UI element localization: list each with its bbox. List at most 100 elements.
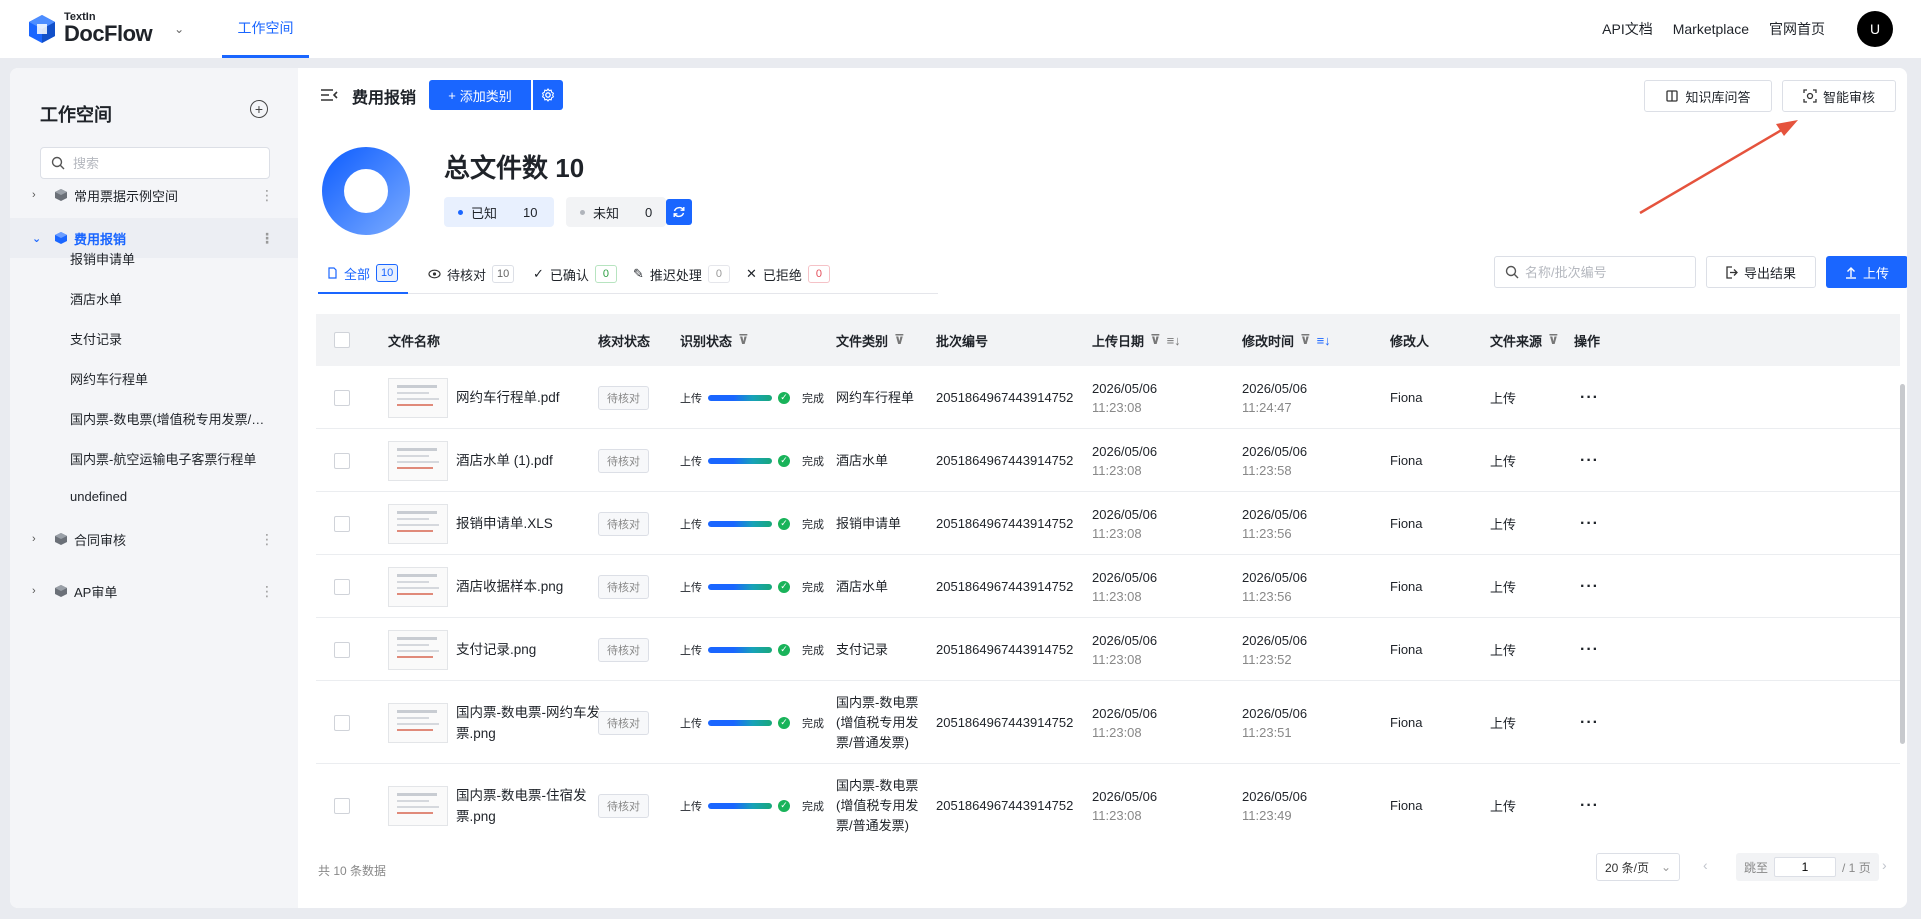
table-row[interactable]: 酒店水单 (1).pdf 待核对 上传 ✓ 完成 酒店水单 2051864967… xyxy=(316,429,1900,492)
category-settings-button[interactable] xyxy=(533,80,563,110)
page-size-select[interactable]: 20 条/页 ⌄ xyxy=(1596,853,1680,881)
sidebar-item-air-ticket[interactable]: 国内票-航空运输电子客票行程单 xyxy=(70,449,266,468)
file-thumbnail[interactable] xyxy=(388,785,448,826)
modified-time: 11:23:51 xyxy=(1242,724,1292,740)
upload-time: 11:23:08 xyxy=(1092,462,1142,478)
tab-all[interactable]: 全部 10 xyxy=(318,254,409,294)
export-results-button[interactable]: 导出结果 xyxy=(1706,256,1816,288)
table-scrollbar[interactable] xyxy=(1900,384,1905,744)
editor-name: Fiona xyxy=(1390,390,1423,405)
file-thumbnail[interactable] xyxy=(388,440,448,481)
more-actions-icon[interactable]: ··· xyxy=(1580,578,1599,596)
table-row[interactable]: 网约车行程单.pdf 待核对 上传 ✓ 完成 网约车行程单 2051864967… xyxy=(316,366,1900,429)
upload-button[interactable]: 上传 xyxy=(1826,256,1907,288)
sort-icon[interactable]: ≡↓ xyxy=(1167,333,1181,348)
file-name[interactable]: 支付记录.png xyxy=(456,639,606,660)
filter-icon[interactable]: ⊽ xyxy=(1548,332,1559,348)
file-name[interactable]: 网约车行程单.pdf xyxy=(456,387,606,408)
file-name[interactable]: 报销申请单.XLS xyxy=(456,513,606,534)
more-actions-icon[interactable]: ··· xyxy=(1580,714,1599,732)
sidebar-item-e-invoice[interactable]: 国内票-数电票(增值税专用发票/普通发票) xyxy=(70,409,266,428)
sidebar-group-contract[interactable]: › 合同审核 ⋮ xyxy=(10,519,298,559)
tab-deferred[interactable]: ✎ 推迟处理 0 xyxy=(633,254,730,294)
progress-end-label: 完成 xyxy=(802,392,824,405)
sidebar-group-common-examples[interactable]: › 常用票据示例空间 ⋮ xyxy=(10,175,298,215)
docflow-logo[interactable]: TextIn DocFlow ⌄ xyxy=(28,12,184,45)
row-checkbox[interactable] xyxy=(334,641,350,658)
filter-icon[interactable]: ⊽ xyxy=(1150,332,1161,348)
link-homepage[interactable]: 官网首页 xyxy=(1769,19,1825,39)
close-icon: ✕ xyxy=(746,266,757,281)
more-actions-icon[interactable]: ··· xyxy=(1580,515,1599,533)
more-actions-icon[interactable]: ··· xyxy=(1580,389,1599,407)
filter-icon[interactable]: ⊽ xyxy=(1300,332,1311,348)
row-checkbox[interactable] xyxy=(334,797,350,814)
sort-icon[interactable]: ≡↓ xyxy=(1317,333,1331,348)
more-vertical-icon[interactable]: ⋮ xyxy=(260,230,274,247)
tab-workspace[interactable]: 工作空间 xyxy=(222,0,309,58)
file-name[interactable]: 国内票-数电票-网约车发票.png xyxy=(456,702,606,744)
tab-pending[interactable]: 待核对 10 xyxy=(428,254,515,294)
smart-audit-button[interactable]: 智能审核 xyxy=(1782,80,1896,112)
chevron-down-icon[interactable]: ⌄ xyxy=(32,232,44,245)
unknown-chip[interactable]: 未知 0 xyxy=(566,197,666,227)
more-actions-icon[interactable]: ··· xyxy=(1580,452,1599,470)
sidebar-search-input[interactable] xyxy=(73,155,253,171)
sidebar-group-ap[interactable]: › AP审单 ⋮ xyxy=(10,571,298,611)
link-marketplace[interactable]: Marketplace xyxy=(1673,21,1749,37)
avatar[interactable]: U xyxy=(1857,11,1893,47)
link-api-docs[interactable]: API文档 xyxy=(1602,19,1653,39)
more-vertical-icon[interactable]: ⋮ xyxy=(260,187,274,204)
next-page-icon[interactable]: › xyxy=(1882,857,1887,873)
file-name[interactable]: 酒店收据样本.png xyxy=(456,576,606,597)
sidebar-item-hotel-folio[interactable]: 酒店水单 xyxy=(70,289,266,308)
tab-rejected[interactable]: ✕ 已拒绝 0 xyxy=(746,254,830,294)
row-checkbox[interactable] xyxy=(334,714,350,731)
collapse-sidebar-icon[interactable] xyxy=(320,88,338,102)
table-row[interactable]: 酒店收据样本.png 待核对 上传 ✓ 完成 酒店水单 205186496744… xyxy=(316,555,1900,618)
chevron-right-icon[interactable]: › xyxy=(32,533,44,545)
sidebar-item-ride-itinerary[interactable]: 网约车行程单 xyxy=(70,369,266,388)
page-input[interactable] xyxy=(1774,857,1837,877)
row-checkbox[interactable] xyxy=(334,515,350,532)
row-checkbox[interactable] xyxy=(334,578,350,595)
more-actions-icon[interactable]: ··· xyxy=(1580,797,1599,815)
file-thumbnail[interactable] xyxy=(388,566,448,607)
more-vertical-icon[interactable]: ⋮ xyxy=(260,583,274,600)
row-checkbox[interactable] xyxy=(334,452,350,469)
table-row[interactable]: 国内票-数电票-网约车发票.png 待核对 上传 ✓ 完成 国内票-数电票(增值… xyxy=(316,681,1900,764)
chevron-right-icon[interactable]: › xyxy=(32,189,44,201)
chevron-down-icon[interactable]: ⌄ xyxy=(174,22,184,36)
tab-count: 0 xyxy=(594,265,617,283)
row-checkbox[interactable] xyxy=(334,389,350,406)
table-row[interactable]: 支付记录.png 待核对 上传 ✓ 完成 支付记录 20518649674439… xyxy=(316,618,1900,681)
knowledge-qa-button[interactable]: 知识库问答 xyxy=(1644,80,1772,112)
batch-number: 2051864967443914752 xyxy=(936,579,1074,594)
file-thumbnail[interactable] xyxy=(388,503,448,544)
chevron-right-icon[interactable]: › xyxy=(32,585,44,597)
more-actions-icon[interactable]: ··· xyxy=(1580,641,1599,659)
file-thumbnail[interactable] xyxy=(388,377,448,418)
refresh-button[interactable] xyxy=(666,199,692,225)
file-search[interactable] xyxy=(1494,256,1696,288)
file-thumbnail[interactable] xyxy=(388,702,448,743)
file-thumbnail[interactable] xyxy=(388,629,448,670)
more-vertical-icon[interactable]: ⋮ xyxy=(260,531,274,548)
sidebar-item-payment-record[interactable]: 支付记录 xyxy=(70,329,266,348)
sidebar-item-undefined[interactable]: undefined xyxy=(70,489,266,504)
file-name[interactable]: 国内票-数电票-住宿发票.png xyxy=(456,785,606,827)
select-all-checkbox[interactable] xyxy=(334,332,350,348)
add-workspace-icon[interactable]: + xyxy=(250,100,268,118)
table-row[interactable]: 国内票-数电票-住宿发票.png 待核对 上传 ✓ 完成 国内票-数电票(增值税… xyxy=(316,764,1900,844)
add-category-button[interactable]: + 添加类别 xyxy=(429,80,531,110)
filter-icon[interactable]: ⊽ xyxy=(738,332,749,348)
export-icon xyxy=(1726,265,1738,279)
file-search-input[interactable] xyxy=(1525,264,1685,280)
known-chip[interactable]: 已知 10 xyxy=(444,197,554,227)
filter-icon[interactable]: ⊽ xyxy=(894,332,905,348)
prev-page-icon[interactable]: ‹ xyxy=(1703,857,1708,873)
file-name[interactable]: 酒店水单 (1).pdf xyxy=(456,450,606,471)
table-row[interactable]: 报销申请单.XLS 待核对 上传 ✓ 完成 报销申请单 205186496744… xyxy=(316,492,1900,555)
tab-confirmed[interactable]: ✓ 已确认 0 xyxy=(533,254,617,294)
sidebar-item-expense-form[interactable]: 报销申请单 xyxy=(70,249,266,268)
